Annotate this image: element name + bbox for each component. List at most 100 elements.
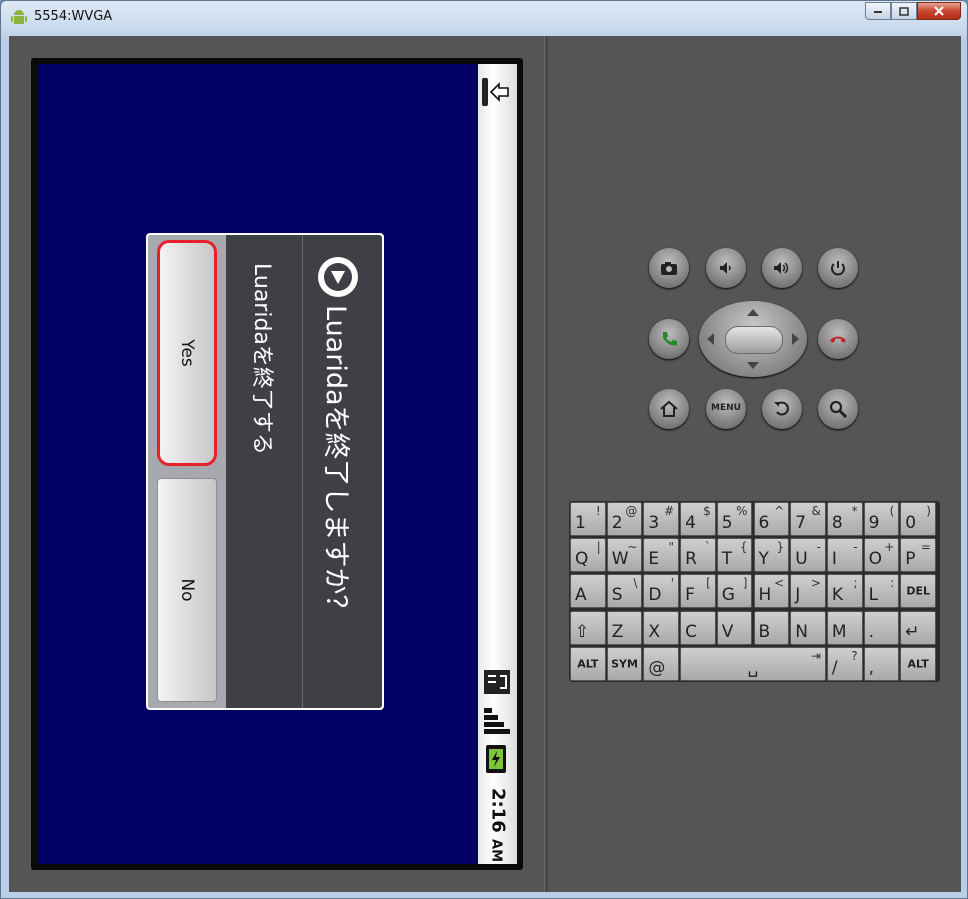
key-alt-label: ' (670, 576, 675, 591)
key-comma[interactable]: , (863, 646, 900, 681)
key-0[interactable]: 0) (900, 502, 936, 536)
key-b[interactable]: B (753, 610, 790, 645)
maximize-button[interactable] (891, 2, 917, 20)
key-l[interactable]: L: (863, 574, 900, 609)
key-z[interactable]: Z (606, 610, 643, 645)
device-screen[interactable]: 3G 2:16 AM (37, 64, 517, 864)
key-label: 0 (905, 513, 917, 533)
key-enter[interactable]: ↵ (900, 610, 936, 645)
dpad-right-icon (792, 333, 799, 345)
key-.[interactable]: . (863, 610, 900, 645)
key-o[interactable]: O + (863, 538, 900, 573)
search-icon (829, 400, 848, 419)
no-button[interactable]: No (157, 478, 217, 702)
key-8[interactable]: 8 * (826, 502, 863, 536)
key-alt-label: ) (926, 504, 931, 518)
key-label: SYM (611, 657, 638, 671)
key-alt-label: ] (742, 576, 748, 591)
key-alt-label: ; (853, 576, 858, 591)
key-t[interactable]: T{ (716, 538, 753, 573)
key-alt-label: - (816, 540, 821, 555)
end-call-button[interactable] (818, 319, 858, 359)
key-at[interactable]: @ (643, 646, 680, 681)
key-s[interactable]: S \ (606, 574, 643, 609)
camera-button[interactable] (649, 248, 689, 288)
key-label: 4 (685, 513, 696, 533)
key-v[interactable]: V (716, 610, 753, 645)
key-label: / (831, 657, 838, 678)
key-label: 7 (795, 513, 807, 533)
key-alt-label: ! (595, 504, 601, 518)
key-del[interactable]: DEL (900, 574, 936, 609)
menu-button[interactable]: MENU (706, 389, 746, 429)
key-j[interactable]: J > (790, 574, 826, 609)
key-f[interactable]: F[ (680, 574, 716, 609)
panel-divider (544, 36, 548, 892)
search-button[interactable] (818, 389, 858, 429)
call-button[interactable] (649, 319, 689, 359)
key-1[interactable]: 1! (570, 502, 606, 536)
key-9[interactable]: 9( (863, 502, 900, 536)
back-button[interactable] (762, 389, 802, 429)
key-g[interactable]: G] (716, 574, 753, 609)
status-clock: 2:16 AM (482, 780, 514, 864)
key-h[interactable]: H < (753, 574, 790, 609)
key-alt-label: ⇥ (810, 648, 821, 663)
key-2[interactable]: 2 @ (606, 502, 643, 536)
key-shift[interactable]: ⇧ (570, 610, 606, 645)
key-a[interactable]: A (570, 574, 606, 609)
key-y[interactable]: Y} (753, 538, 790, 573)
key-p[interactable]: P = (900, 538, 936, 573)
back-arrow-icon (489, 82, 509, 102)
key-c[interactable]: C (680, 610, 716, 645)
close-button[interactable] (917, 2, 961, 20)
key-label: 1 (575, 513, 586, 533)
key-alt-label: ~ (627, 540, 638, 555)
key-sym[interactable]: SYM (606, 646, 643, 681)
key-space[interactable]: ␣ ⇥ (680, 646, 826, 681)
volume-down-icon (720, 262, 731, 274)
window-title: 5554:WVGA (34, 9, 113, 24)
key-label: X (648, 621, 661, 642)
key-i[interactable]: I- (826, 538, 863, 573)
key-7[interactable]: 7 & (790, 502, 826, 536)
key-label: 2 (611, 513, 623, 533)
key-6[interactable]: 6 ^ (753, 502, 790, 536)
key-alt-right[interactable]: ALT (900, 646, 936, 681)
yes-button[interactable]: Yes (157, 240, 217, 466)
power-button[interactable] (818, 248, 858, 288)
key-label: J (795, 585, 801, 606)
key-u[interactable]: U- (790, 538, 826, 573)
key-3[interactable]: 3 # (643, 502, 680, 536)
key-5[interactable]: 5% (716, 502, 753, 536)
title-bar[interactable]: 5554:WVGA (1, 1, 967, 35)
key-k[interactable]: K; (826, 574, 863, 609)
key-d[interactable]: D ' (643, 574, 680, 609)
key-e[interactable]: E " (643, 538, 680, 573)
key-m[interactable]: M (826, 610, 863, 645)
yes-button-label: Yes (177, 339, 197, 367)
dialog-message: Luaridaを終了する (249, 263, 274, 455)
key-label: ALT (577, 657, 599, 671)
key-slash[interactable]: /? (826, 646, 863, 681)
status-bar[interactable]: 3G 2:16 AM (478, 64, 517, 864)
volume-up-button[interactable] (762, 248, 802, 288)
key-alt-left[interactable]: ALT (570, 646, 606, 681)
key-w[interactable]: W ~ (606, 538, 643, 573)
key-x[interactable]: X (643, 610, 680, 645)
key-alt-label: < (774, 576, 785, 591)
home-button[interactable] (649, 389, 689, 429)
minimize-button[interactable] (865, 2, 891, 20)
key-4[interactable]: 4 $ (680, 502, 716, 536)
key-r[interactable]: R ` (680, 538, 716, 573)
key-n[interactable]: N (790, 610, 826, 645)
key-label: Y (758, 549, 769, 570)
dpad[interactable] (699, 301, 807, 377)
key-q[interactable]: Q | (570, 538, 606, 573)
android-icon (11, 10, 27, 24)
dpad-center-button[interactable] (725, 326, 783, 354)
dpad-up-icon (747, 309, 759, 316)
no-button-label: No (177, 578, 197, 602)
volume-down-button[interactable] (706, 248, 746, 288)
key-label: N (795, 621, 808, 642)
